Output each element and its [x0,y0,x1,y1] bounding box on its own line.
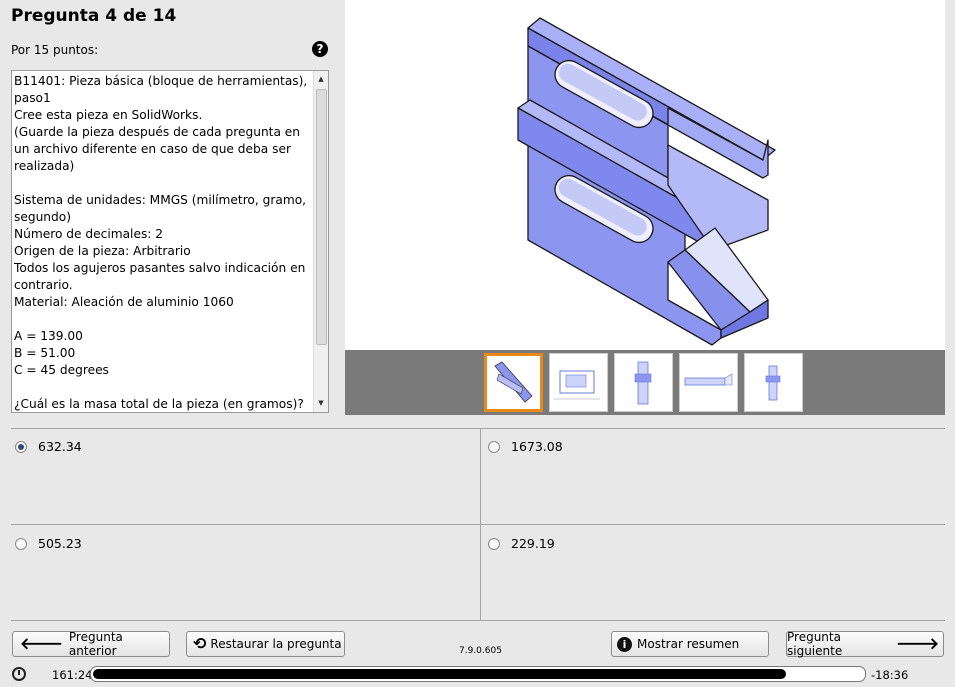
radio-button[interactable] [15,537,27,550]
elapsed-time: 161:24 [52,668,93,682]
thumbnail-isometric[interactable] [484,353,543,412]
radio-button[interactable] [488,440,500,453]
help-icon[interactable]: ? [312,41,328,57]
thumbnail-drawing-2[interactable] [614,353,673,412]
question-text: B11401: Pieza básica (bloque de herramie… [14,74,308,411]
radio-button-selected[interactable] [15,440,27,453]
time-progress-fill [93,669,786,679]
undo-icon: ⟲ [193,634,207,653]
answer-option-2[interactable]: 1673.08 [488,439,563,454]
answer-option-4[interactable]: 229.19 [488,536,555,551]
answer-label: 632.34 [38,439,82,454]
answers-vertical-divider [480,428,481,620]
thumbnail-drawing-1[interactable] [549,353,608,412]
answer-option-3[interactable]: 505.23 [15,536,82,551]
answers-mid-divider [11,524,945,525]
arrow-right-icon: 🡒 [896,634,939,653]
next-question-button[interactable]: Pregunta siguiente 🡒 [786,630,944,658]
answer-label: 505.23 [38,536,82,551]
scroll-down-arrow-icon[interactable]: ▼ [314,396,328,411]
info-icon: i [617,636,632,652]
answers-bottom-divider [11,620,945,621]
page-title: Pregunta 4 de 14 [11,6,177,26]
thumbnail-drawing-3[interactable] [679,353,738,412]
radio-button[interactable] [488,537,500,550]
remaining-time: -18:36 [871,668,909,682]
question-scrollbar[interactable]: ▲ ▼ [313,71,328,412]
previous-question-button[interactable]: 🡐 Pregunta anterior [12,630,170,658]
answer-label: 229.19 [511,536,555,551]
clock-icon [12,667,26,681]
part-image-viewer [345,0,945,350]
scrollbar-thumb[interactable] [316,89,327,345]
question-text-box[interactable]: B11401: Pieza básica (bloque de herramie… [11,70,329,413]
thumbnail-strip [345,350,945,415]
time-progress-bar [90,666,866,682]
points-label: Por 15 puntos: [11,43,99,57]
show-summary-button[interactable]: i Mostrar resumen [611,631,769,657]
scroll-up-arrow-icon[interactable]: ▲ [314,72,328,87]
thumbnail-drawing-4[interactable] [744,353,803,412]
version-label: 7.9.0.605 [459,646,502,656]
answer-label: 1673.08 [511,439,563,454]
answers-top-divider [11,428,945,429]
answer-option-1[interactable]: 632.34 [15,439,82,454]
arrow-left-icon: 🡐 [20,634,63,653]
part-isometric-image [517,17,776,346]
restore-question-button[interactable]: ⟲ Restaurar la pregunta [186,631,345,657]
